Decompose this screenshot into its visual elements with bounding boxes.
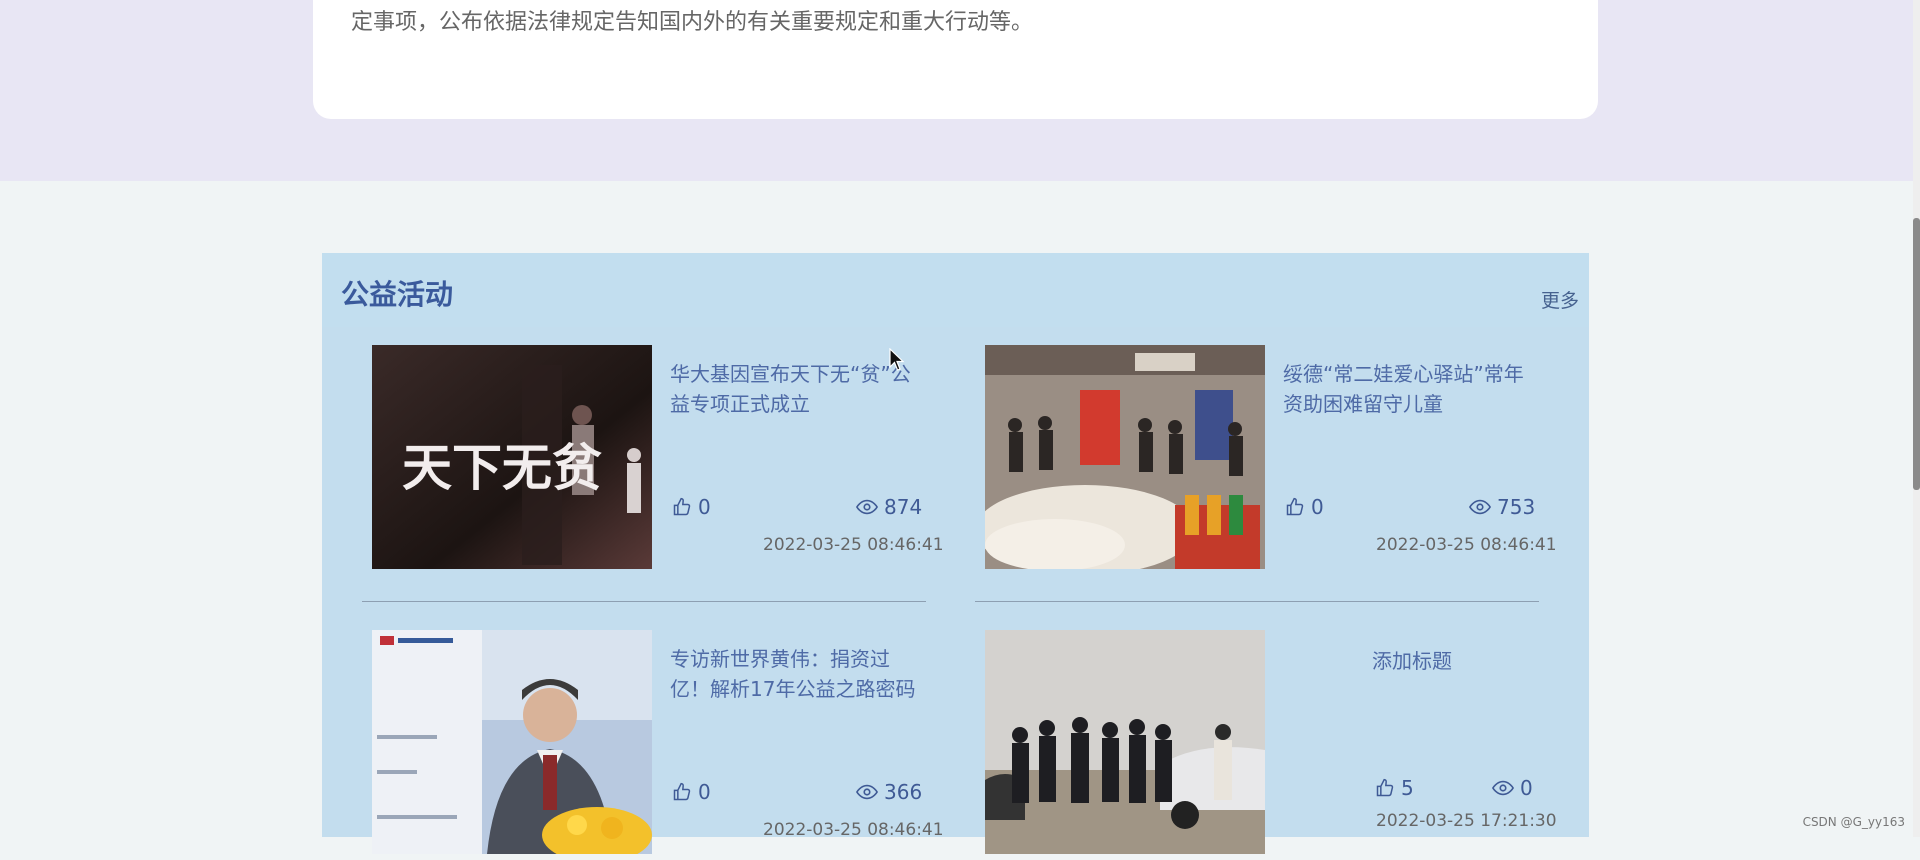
like-count[interactable]: 0 — [672, 780, 711, 804]
view-count-value: 753 — [1497, 495, 1536, 519]
view-count: 874 — [856, 495, 922, 519]
activity-card[interactable]: 天下无贫 华大基因宣布天下无“贫”公益专项正式成立 0 874 2022-03-… — [362, 345, 944, 575]
thumb-caption: 天下无贫 — [402, 438, 602, 497]
activity-title[interactable]: 专访新世界黄伟：捐资过亿！解析17年公益之路密码 — [670, 644, 916, 704]
activity-card[interactable]: 专访新世界黄伟：捐资过亿！解析17年公益之路密码 0 366 2022-03-2… — [362, 630, 944, 860]
view-count-value: 874 — [884, 495, 923, 519]
activity-title[interactable]: 华大基因宣布天下无“贫”公益专项正式成立 — [670, 359, 916, 419]
like-count[interactable]: 5 — [1375, 776, 1414, 800]
activity-title[interactable]: 绥德“常二娃爱心驿站”常年资助困难留守儿童 — [1283, 359, 1529, 419]
mouse-cursor-icon — [889, 347, 905, 376]
like-count-value: 0 — [1311, 495, 1324, 519]
like-count[interactable]: 0 — [672, 495, 711, 519]
like-count-value: 5 — [1401, 776, 1414, 800]
like-count-value: 0 — [698, 495, 711, 519]
view-count-value: 366 — [884, 780, 923, 804]
thumbs-up-icon — [672, 497, 692, 517]
section-header: 公益活动 更多 — [322, 253, 1589, 327]
activity-card[interactable]: 添加标题 5 0 2022-03-25 17:21:30 — [975, 630, 1557, 860]
top-band: 定事项，公布依据法律规定告知国内外的有关重要规定和重大行动等。 — [0, 0, 1913, 181]
more-link[interactable]: 更多 — [1541, 286, 1579, 313]
card-divider — [362, 601, 926, 602]
view-count-value: 0 — [1520, 776, 1533, 800]
charity-section: 公益活动 更多 天下无贫 华大基因宣布天下无“贫”公益专项正式成立 0 874 … — [322, 253, 1589, 854]
watermark: CSDN @G_yy163 — [1802, 815, 1905, 829]
view-count: 0 — [1492, 776, 1533, 800]
publish-date: 2022-03-25 08:46:41 — [763, 535, 944, 555]
activity-title[interactable]: 添加标题 — [1372, 646, 1618, 676]
activity-thumbnail[interactable] — [985, 345, 1265, 569]
card-divider — [975, 601, 1539, 602]
thumbs-up-icon — [1375, 778, 1395, 798]
activity-thumbnail[interactable] — [985, 630, 1265, 854]
eye-icon — [1469, 498, 1491, 516]
eye-icon — [1492, 779, 1514, 797]
thumbs-up-icon — [672, 782, 692, 802]
intro-text: 定事项，公布依据法律规定告知国内外的有关重要规定和重大行动等。 — [351, 10, 1034, 35]
like-count[interactable]: 0 — [1285, 495, 1324, 519]
page-scrollbar[interactable] — [1913, 0, 1920, 837]
scrollbar-thumb[interactable] — [1913, 218, 1920, 490]
view-count: 753 — [1469, 495, 1535, 519]
intro-card: 定事项，公布依据法律规定告知国内外的有关重要规定和重大行动等。 — [313, 0, 1598, 119]
like-count-value: 0 — [698, 780, 711, 804]
publish-date: 2022-03-25 08:46:41 — [1376, 535, 1557, 555]
thumbs-up-icon — [1285, 497, 1305, 517]
view-count: 366 — [856, 780, 922, 804]
activity-card[interactable]: 绥德“常二娃爱心驿站”常年资助困难留守儿童 0 753 2022-03-25 0… — [975, 345, 1557, 575]
activity-thumbnail[interactable] — [372, 630, 652, 854]
eye-icon — [856, 498, 878, 516]
publish-date: 2022-03-25 08:46:41 — [763, 820, 944, 840]
eye-icon — [856, 783, 878, 801]
activity-thumbnail[interactable]: 天下无贫 — [372, 345, 652, 569]
publish-date: 2022-03-25 17:21:30 — [1376, 811, 1557, 831]
section-title: 公益活动 — [341, 278, 454, 311]
